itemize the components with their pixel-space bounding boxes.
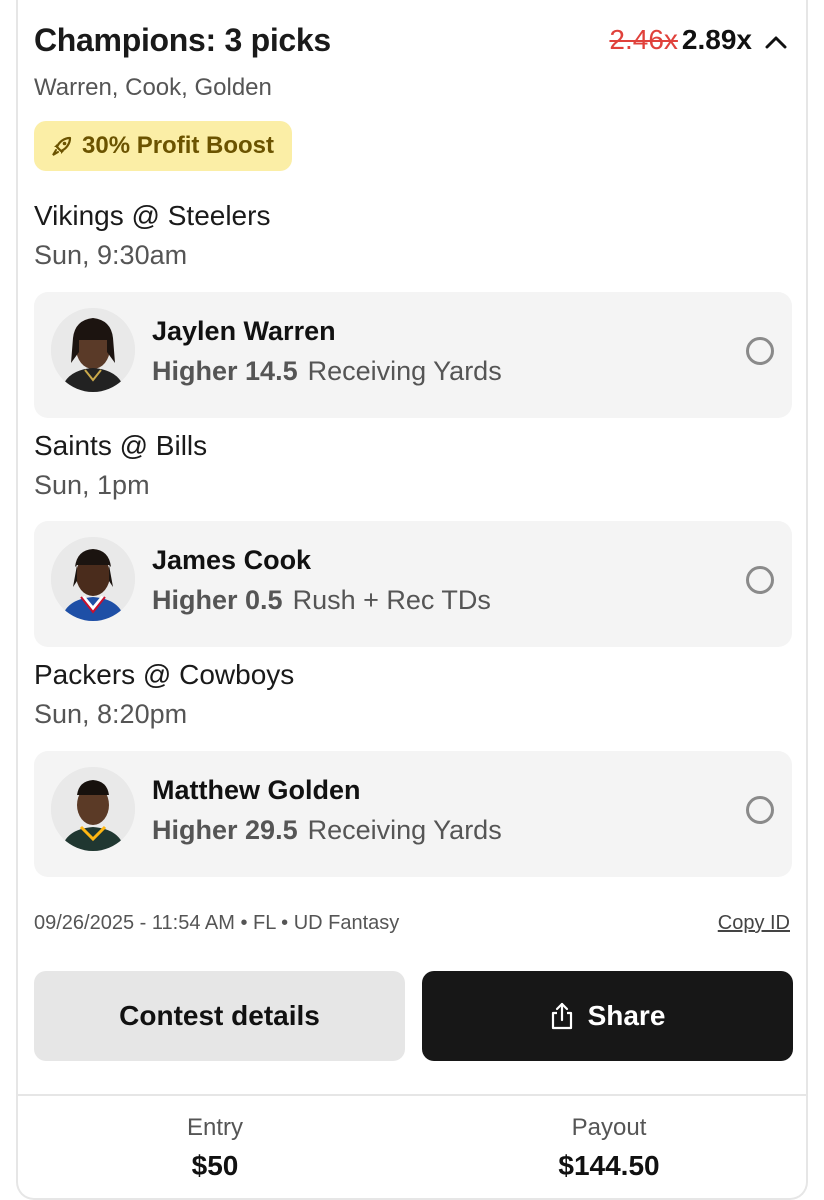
multiplier: 2.46x 2.89x bbox=[609, 24, 752, 56]
entry-amount: Entry $50 bbox=[18, 1114, 412, 1182]
entry-subtitle: Warren, Cook, Golden bbox=[34, 74, 272, 101]
rocket-icon bbox=[52, 136, 72, 156]
pick-direction: Higher 0.5 bbox=[152, 585, 283, 615]
pick-card[interactable]: Matthew Golden Higher 29.5 Receiving Yard… bbox=[34, 751, 792, 877]
pick-line: Higher 14.5 Receiving Yards bbox=[152, 356, 502, 387]
player-avatar bbox=[51, 308, 135, 392]
multiplier-new: 2.89x bbox=[681, 24, 752, 55]
player-name: James Cook bbox=[152, 545, 312, 575]
player-name: Jaylen Warren bbox=[152, 316, 336, 346]
game-matchup: Vikings @ Steelers bbox=[34, 200, 271, 231]
game-matchup: Saints @ Bills bbox=[34, 430, 208, 461]
pick-card[interactable]: James Cook Higher 0.5 Rush + Rec TDs bbox=[34, 521, 792, 647]
pick-radio[interactable] bbox=[746, 337, 774, 365]
pick-radio[interactable] bbox=[746, 566, 774, 594]
multiplier-old: 2.46x bbox=[609, 24, 678, 55]
share-icon bbox=[551, 1002, 572, 1030]
game-matchup: Packers @ Cowboys bbox=[34, 659, 295, 690]
player-avatar bbox=[51, 767, 135, 851]
payout-amount: Payout $144.50 bbox=[412, 1114, 806, 1182]
footer-divider bbox=[18, 1094, 806, 1096]
profit-boost-badge: 30% Profit Boost bbox=[34, 121, 293, 171]
game-time: Sun, 1pm bbox=[34, 470, 150, 500]
contest-details-button[interactable]: Contest details bbox=[34, 971, 405, 1061]
chevron-up-icon bbox=[765, 36, 787, 49]
entry-header: Champions: 3 picks 2.46x 2.89x bbox=[34, 22, 794, 62]
pick-direction: Higher 14.5 bbox=[152, 356, 298, 386]
payout-label: Payout bbox=[571, 1114, 647, 1141]
pick-line: Higher 29.5 Receiving Yards bbox=[152, 815, 502, 846]
pick-card[interactable]: Jaylen Warren Higher 14.5 Receiving Yards bbox=[34, 292, 792, 418]
pick-line: Higher 0.5 Rush + Rec TDs bbox=[152, 585, 491, 616]
profit-boost-label: 30% Profit Boost bbox=[82, 132, 275, 159]
pick-stat: Receiving Yards bbox=[307, 356, 502, 386]
player-name: Matthew Golden bbox=[152, 775, 361, 805]
payout-value: $144.50 bbox=[558, 1150, 660, 1181]
collapse-button[interactable] bbox=[758, 24, 794, 60]
pick-direction: Higher 29.5 bbox=[152, 815, 298, 845]
pick-stat: Receiving Yards bbox=[307, 815, 502, 845]
game-time: Sun, 8:20pm bbox=[34, 699, 188, 729]
player-avatar bbox=[51, 537, 135, 621]
contest-details-label: Contest details bbox=[119, 1000, 320, 1031]
entry-title: Champions: 3 picks bbox=[34, 22, 331, 58]
pick-stat: Rush + Rec TDs bbox=[292, 585, 491, 615]
copy-id-link[interactable]: Copy ID bbox=[718, 912, 790, 935]
entry-label: Entry bbox=[186, 1114, 243, 1141]
entry-value: $50 bbox=[191, 1150, 239, 1181]
share-button[interactable]: Share bbox=[422, 971, 793, 1061]
pick-radio[interactable] bbox=[746, 796, 774, 824]
share-label: Share bbox=[587, 1000, 666, 1031]
game-time: Sun, 9:30am bbox=[34, 240, 188, 270]
entry-card: Champions: 3 picks 2.46x 2.89x Warren, C… bbox=[16, 0, 808, 1200]
entry-meta-info: 09/26/2025 - 11:54 AM • FL • UD Fantasy bbox=[34, 912, 400, 934]
